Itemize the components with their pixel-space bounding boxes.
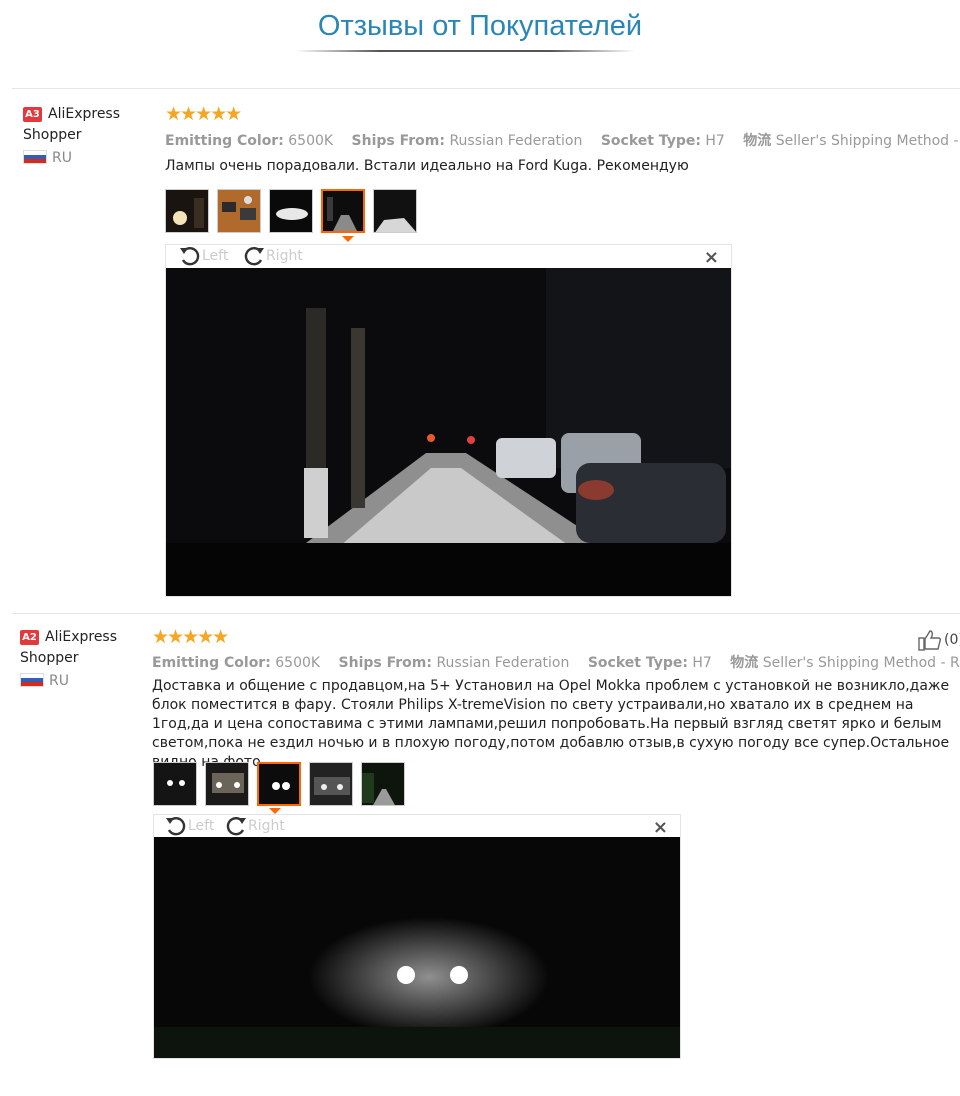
user-level-badge: A2 [20,630,39,645]
review-photo-thumb[interactable] [205,762,249,806]
viewer-toolbar: Left Right × [154,815,680,838]
review-thumbnails [153,762,405,806]
rotate-left-button[interactable]: Left [164,815,214,837]
review-photo-thumb-active[interactable] [257,762,301,806]
rotate-right-label: Right [248,818,285,834]
attr-value-ships: Russian Federation [436,655,570,671]
helpful-count: (0) [944,632,960,648]
attr-label-socket: Socket Type: [587,655,688,671]
thumbs-up-icon [918,630,942,651]
review-photo-thumb[interactable] [153,762,197,806]
review-card: A2AliExpress Shopper RU ★★★★★ (0) Emitti… [0,0,960,1096]
attr-label-ships: Ships From: [338,655,432,671]
helpful-vote-button[interactable]: (0) [918,629,960,651]
user-country: RU [20,671,150,692]
attr-label-logistics: 物流 [730,655,759,671]
reviewer-info: A2 AliExpress Shopper RU [20,627,150,692]
rotate-left-icon [166,817,186,836]
review-photo-thumb[interactable] [309,762,353,806]
rotate-left-label: Left [188,818,215,834]
review-photo-thumb[interactable] [361,762,405,806]
review-photo-large [154,837,680,1058]
review-text: Доставка и общение с продавцом,на 5+ Уст… [152,678,950,770]
rating-stars: ★★★★★ [152,626,229,648]
photo-viewer: Left Right × [153,814,681,1059]
attr-value-socket: H7 [692,655,712,671]
rotate-right-button[interactable]: Right [224,815,285,837]
attr-label-color: Emitting Color: [152,655,271,671]
russia-flag-icon [20,673,44,687]
country-code: RU [49,673,69,689]
attr-value-color: 6500K [275,655,321,671]
order-attributes: Emitting Color: 6500K Ships From: Russia… [152,652,960,672]
rotate-right-icon [226,817,246,836]
close-viewer-button[interactable]: × [653,817,668,838]
attr-value-logistics: Seller's Shipping Method - RU [762,655,960,671]
